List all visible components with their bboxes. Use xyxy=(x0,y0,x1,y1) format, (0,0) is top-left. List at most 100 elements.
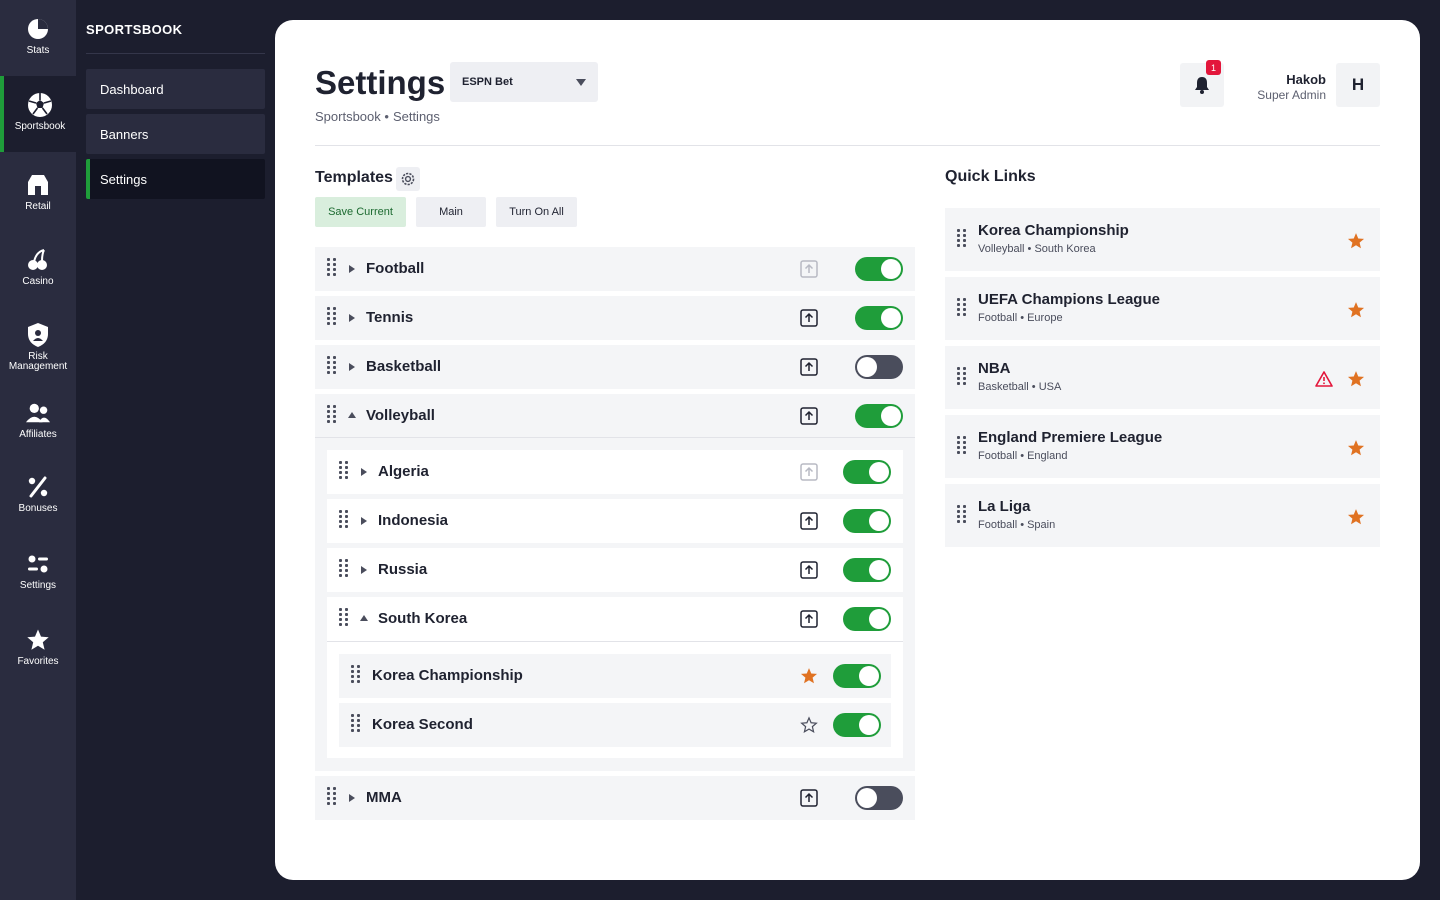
rail-item-casino[interactable]: Casino xyxy=(0,247,76,287)
enable-toggle[interactable] xyxy=(855,404,903,428)
expand-arrow-icon[interactable] xyxy=(349,794,355,802)
expand-arrow-icon[interactable] xyxy=(361,566,367,574)
drag-handle-icon[interactable] xyxy=(327,356,336,374)
collapse-arrow-icon[interactable] xyxy=(360,615,368,621)
expand-arrow-icon[interactable] xyxy=(349,363,355,371)
toggle-knob xyxy=(869,511,889,531)
enable-toggle[interactable] xyxy=(833,713,881,737)
enable-toggle[interactable] xyxy=(843,607,891,631)
enable-toggle[interactable] xyxy=(843,558,891,582)
breadcrumb-item[interactable]: Sportsbook • xyxy=(315,109,389,124)
quick-link-item[interactable]: NBA Basketball • USA xyxy=(945,346,1380,409)
sport-name: MMA xyxy=(366,789,402,806)
turn-on-all-button[interactable]: Turn On All xyxy=(496,197,577,227)
country-row-russia[interactable]: Russia xyxy=(327,548,903,592)
upload-icon[interactable] xyxy=(800,789,818,807)
star-filled-icon[interactable] xyxy=(800,667,818,685)
toggle-knob xyxy=(881,406,901,426)
drag-handle-icon[interactable] xyxy=(327,258,336,276)
templates-settings-button[interactable] xyxy=(396,167,420,191)
league-row-korea-second[interactable]: Korea Second xyxy=(339,703,891,747)
gear-icon xyxy=(400,171,416,187)
country-row-algeria[interactable]: Algeria xyxy=(327,450,903,494)
toggle-knob xyxy=(881,259,901,279)
drag-handle-icon[interactable] xyxy=(957,367,966,385)
enable-toggle[interactable] xyxy=(843,509,891,533)
main-template-button[interactable]: Main xyxy=(416,197,486,227)
rail-item-retail[interactable]: Retail xyxy=(0,172,76,212)
upload-icon[interactable] xyxy=(800,260,818,278)
rail-item-affiliates[interactable]: Affiliates xyxy=(0,400,76,440)
country-row-south-korea[interactable]: South Korea xyxy=(327,597,903,641)
rail-item-stats[interactable]: Stats xyxy=(0,16,76,56)
enable-toggle[interactable] xyxy=(855,306,903,330)
sport-row-mma[interactable]: MMA xyxy=(315,776,915,820)
enable-toggle[interactable] xyxy=(833,664,881,688)
quick-link-item[interactable]: England Premiere League Football • Engla… xyxy=(945,415,1380,478)
sport-row-tennis[interactable]: Tennis xyxy=(315,296,915,340)
drag-handle-icon[interactable] xyxy=(957,505,966,523)
main-panel: Settings ESPN Bet Sportsbook • Settings … xyxy=(275,20,1420,880)
star-outline-icon[interactable] xyxy=(800,716,818,734)
sport-row-basketball[interactable]: Basketball xyxy=(315,345,915,389)
upload-icon[interactable] xyxy=(800,610,818,628)
enable-toggle[interactable] xyxy=(855,355,903,379)
star-filled-icon[interactable] xyxy=(1347,439,1365,457)
upload-icon[interactable] xyxy=(800,309,818,327)
submenu-item-banners[interactable]: Banners xyxy=(86,114,265,154)
league-row-korea-championship[interactable]: Korea Championship xyxy=(339,654,891,698)
drag-handle-icon[interactable] xyxy=(339,559,348,577)
submenu-item-dashboard[interactable]: Dashboard xyxy=(86,69,265,109)
rail-item-favorites[interactable]: Favorites xyxy=(0,627,76,667)
star-filled-icon[interactable] xyxy=(1347,301,1365,319)
country-row-indonesia[interactable]: Indonesia xyxy=(327,499,903,543)
collapse-arrow-icon[interactable] xyxy=(348,412,356,418)
rail-item-risk-management[interactable]: Risk Management xyxy=(0,322,76,372)
quick-link-item[interactable]: UEFA Champions League Football • Europe xyxy=(945,277,1380,340)
toggle-knob xyxy=(869,560,889,580)
expand-arrow-icon[interactable] xyxy=(349,265,355,273)
quick-link-item[interactable]: La Liga Football • Spain xyxy=(945,484,1380,547)
rail-item-bonuses[interactable]: Bonuses xyxy=(0,474,76,514)
submenu-item-settings[interactable]: Settings xyxy=(86,159,265,199)
drag-handle-icon[interactable] xyxy=(957,298,966,316)
drag-handle-icon[interactable] xyxy=(957,436,966,454)
country-name: South Korea xyxy=(378,610,468,627)
bell-icon xyxy=(1194,76,1210,94)
drag-handle-icon[interactable] xyxy=(339,461,348,479)
quick-link-subtitle: Basketball • USA xyxy=(978,381,1062,393)
expand-arrow-icon[interactable] xyxy=(361,468,367,476)
upload-icon[interactable] xyxy=(800,463,818,481)
enable-toggle[interactable] xyxy=(843,460,891,484)
enable-toggle[interactable] xyxy=(855,786,903,810)
expand-arrow-icon[interactable] xyxy=(349,314,355,322)
sport-name: Volleyball xyxy=(366,407,435,424)
brand-select[interactable]: ESPN Bet xyxy=(450,62,598,102)
avatar[interactable]: H xyxy=(1336,63,1380,107)
sport-row-football[interactable]: Football xyxy=(315,247,915,291)
upload-icon[interactable] xyxy=(800,512,818,530)
star-filled-icon[interactable] xyxy=(1347,508,1365,526)
upload-icon[interactable] xyxy=(800,407,818,425)
upload-icon[interactable] xyxy=(800,561,818,579)
drag-handle-icon[interactable] xyxy=(339,608,348,626)
notifications-button[interactable]: 1 xyxy=(1180,60,1224,107)
sport-name: Tennis xyxy=(366,309,414,326)
drag-handle-icon[interactable] xyxy=(339,510,348,528)
expand-arrow-icon[interactable] xyxy=(361,517,367,525)
drag-handle-icon[interactable] xyxy=(957,229,966,247)
rail-item-sportsbook[interactable]: Sportsbook xyxy=(0,76,76,152)
sport-row-volleyball[interactable]: Volleyball xyxy=(315,394,915,438)
quick-link-item[interactable]: Korea Championship Volleyball • South Ko… xyxy=(945,208,1380,271)
drag-handle-icon[interactable] xyxy=(351,665,360,683)
star-filled-icon[interactable] xyxy=(1347,232,1365,250)
enable-toggle[interactable] xyxy=(855,257,903,281)
drag-handle-icon[interactable] xyxy=(327,307,336,325)
rail-item-settings[interactable]: Settings xyxy=(0,551,76,591)
star-filled-icon[interactable] xyxy=(1347,370,1365,388)
save-current-button[interactable]: Save Current xyxy=(315,197,406,227)
drag-handle-icon[interactable] xyxy=(327,787,336,805)
drag-handle-icon[interactable] xyxy=(351,714,360,732)
upload-icon[interactable] xyxy=(800,358,818,376)
drag-handle-icon[interactable] xyxy=(327,405,336,423)
